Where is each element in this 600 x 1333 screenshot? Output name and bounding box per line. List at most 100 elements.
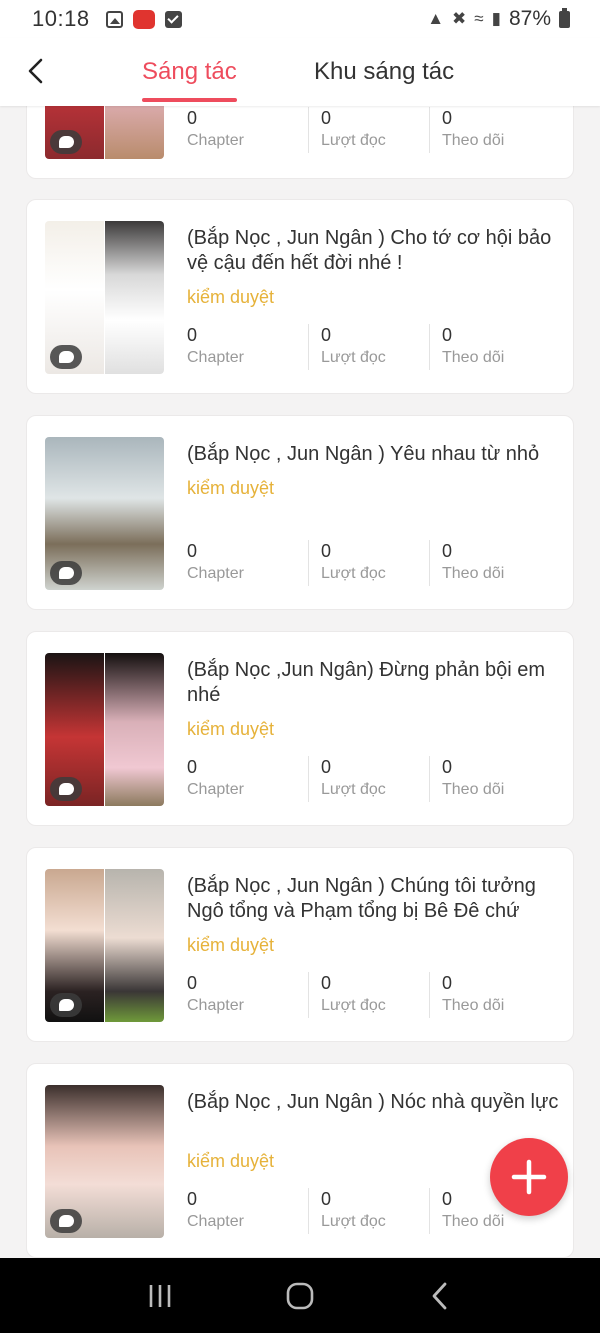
work-status: kiểm duyệt	[187, 935, 275, 955]
work-stats: 0 Chapter 0 Lượt đọc 0 Theo dõi	[187, 540, 567, 586]
stat-value: 0	[187, 1189, 198, 1209]
stat-value: 0	[187, 108, 198, 128]
work-title[interactable]: (Bắp Nọc , Jun Ngân ) Chúng tôi tưởng Ng…	[187, 874, 562, 924]
work-status: kiểm duyệt	[187, 1151, 275, 1171]
stat-value: 0	[187, 325, 198, 345]
comment-bubble-icon	[50, 561, 82, 585]
stat-value: 0	[321, 541, 332, 561]
check-icon	[164, 10, 182, 28]
stat-value: 0	[187, 973, 198, 993]
stat-label: Chapter	[187, 781, 244, 798]
stat-label: Chapter	[187, 997, 244, 1014]
home-icon	[286, 1282, 314, 1309]
image-icon	[105, 10, 123, 28]
stat-value: 0	[321, 1189, 332, 1209]
back-icon	[432, 1282, 447, 1309]
stat-chapter: 0 Chapter	[187, 1188, 308, 1234]
status-bar: 10:18 ▲ ✖ ≈ ▮ 87%	[0, 0, 600, 38]
stat-value: 0	[442, 325, 453, 345]
stat-label: Chapter	[187, 349, 244, 366]
stat-label: Lượt đọc	[321, 349, 386, 366]
work-cover	[45, 106, 164, 159]
comment-bubble-icon	[50, 130, 82, 154]
stat-value: 0	[442, 973, 453, 993]
stat-label: Chapter	[187, 1213, 244, 1230]
stat-label: Theo dõi	[442, 781, 505, 798]
stat-reads: 0 Lượt đọc	[308, 1188, 429, 1234]
stat-chapter: 0 Chapter	[187, 972, 308, 1018]
stat-value: 0	[321, 325, 332, 345]
stat-reads: 0 Lượt đọc	[308, 756, 429, 802]
tab-label: Khu sáng tác	[314, 58, 455, 85]
work-status: kiểm duyệt	[187, 287, 275, 307]
back-button[interactable]	[22, 56, 52, 86]
stat-label: Theo dõi	[442, 997, 505, 1014]
stat-value: 0	[442, 757, 453, 777]
stat-follows: 0 Theo dõi	[429, 540, 550, 586]
work-title[interactable]: (Bắp Nọc , Jun Ngân ) Yêu nhau từ nhỏ	[187, 442, 562, 467]
stat-chapter: 0 Chapter	[187, 540, 308, 586]
stat-label: Lượt đọc	[321, 997, 386, 1014]
work-title[interactable]: (Bắp Nọc , Jun Ngân ) Nóc nhà quyền lực	[187, 1090, 562, 1115]
work-cover	[45, 869, 164, 1022]
work-stats: 0 Chapter 0 Lượt đọc 0 Theo dõi	[187, 324, 567, 370]
mute-icon: ✖	[452, 9, 467, 28]
signal-icon: ▮	[491, 9, 501, 28]
stat-label: Lượt đọc	[321, 1213, 386, 1230]
stat-value: 0	[187, 757, 198, 777]
work-card[interactable]: (Bắp Nọc , Jun Ngân ) Yêu nhau từ nhỏ ki…	[26, 415, 574, 610]
comment-bubble-icon	[50, 345, 82, 369]
home-button[interactable]	[280, 1276, 320, 1316]
work-card[interactable]: 0 Chapter 0 Lượt đọc 0 Theo dõi	[26, 106, 574, 179]
work-cover	[45, 1085, 164, 1238]
stat-reads: 0 Lượt đọc	[308, 107, 429, 153]
stat-label: Lượt đọc	[321, 565, 386, 582]
top-header: Sáng tác Khu sáng tác	[0, 38, 600, 106]
work-stats: 0 Chapter 0 Lượt đọc 0 Theo dõi	[187, 972, 567, 1018]
work-card[interactable]: (Bắp Nọc , Jun Ngân ) Cho tớ cơ hội bảo …	[26, 199, 574, 394]
stat-label: Lượt đọc	[321, 781, 386, 798]
stat-label: Chapter	[187, 565, 244, 582]
tab-label: Sáng tác	[142, 58, 237, 85]
stat-chapter: 0 Chapter	[187, 756, 308, 802]
work-card[interactable]: (Bắp Nọc ,Jun Ngân) Đừng phản bội em nhé…	[26, 631, 574, 826]
stat-label: Chapter	[187, 132, 244, 149]
work-title[interactable]: (Bắp Nọc ,Jun Ngân) Đừng phản bội em nhé	[187, 658, 562, 708]
manga-toon-app-icon	[132, 9, 155, 29]
plus-icon	[511, 1159, 547, 1195]
comment-bubble-icon	[50, 1209, 82, 1233]
stat-label: Theo dõi	[442, 565, 505, 582]
stat-chapter: 0 Chapter	[187, 107, 308, 153]
stat-label: Lượt đọc	[321, 132, 386, 149]
stat-value: 0	[187, 541, 198, 561]
work-card[interactable]: (Bắp Nọc , Jun Ngân ) Nóc nhà quyền lực …	[26, 1063, 574, 1258]
work-stats: 0 Chapter 0 Lượt đọc 0 Theo dõi	[187, 756, 567, 802]
battery-icon	[559, 7, 570, 28]
comment-bubble-icon	[50, 777, 82, 801]
works-list[interactable]: 0 Chapter 0 Lượt đọc 0 Theo dõi (Bắp Nọc…	[0, 106, 600, 1258]
lock-icon: ▲	[427, 9, 445, 28]
comment-bubble-icon	[50, 993, 82, 1017]
work-status: kiểm duyệt	[187, 478, 275, 498]
add-work-button[interactable]	[490, 1138, 568, 1216]
work-title[interactable]: (Bắp Nọc , Jun Ngân ) Cho tớ cơ hội bảo …	[187, 226, 562, 276]
status-time: 10:18	[32, 6, 90, 31]
wifi-icon: ≈	[474, 9, 484, 28]
tab-sang-tac[interactable]: Sáng tác	[142, 58, 237, 102]
recent-apps-button[interactable]	[140, 1276, 180, 1316]
stat-value: 0	[321, 973, 332, 993]
stat-chapter: 0 Chapter	[187, 324, 308, 370]
stat-label: Theo dõi	[442, 349, 505, 366]
tab-khu-sang-tac[interactable]: Khu sáng tác	[314, 58, 454, 102]
stat-follows: 0 Theo dõi	[429, 107, 550, 153]
recent-apps-icon	[149, 1284, 171, 1307]
chevron-left-icon	[28, 58, 43, 84]
stat-value: 0	[442, 541, 453, 561]
work-status: kiểm duyệt	[187, 719, 275, 739]
system-navigation-bar	[0, 1258, 600, 1333]
stat-reads: 0 Lượt đọc	[308, 540, 429, 586]
system-back-button[interactable]	[420, 1276, 460, 1316]
work-card[interactable]: (Bắp Nọc , Jun Ngân ) Chúng tôi tưởng Ng…	[26, 847, 574, 1042]
battery-percent: 87%	[508, 7, 551, 30]
work-cover	[45, 653, 164, 806]
